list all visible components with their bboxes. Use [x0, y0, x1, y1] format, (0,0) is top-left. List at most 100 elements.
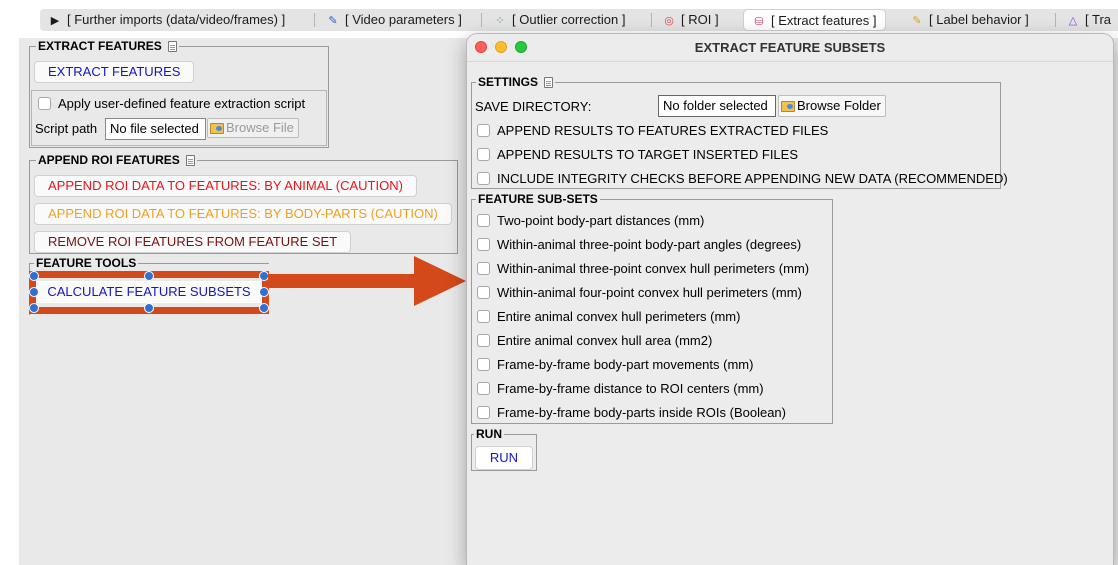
- apply-script-label: Apply user-defined feature extraction sc…: [58, 96, 306, 111]
- folder-icon: [210, 122, 224, 134]
- tab-separator: [481, 13, 482, 27]
- database-icon: ⛁: [754, 16, 764, 28]
- browse-folder-button[interactable]: Browse Folder: [778, 95, 886, 117]
- subset-label: Frame-by-frame body-parts inside ROIs (B…: [497, 405, 786, 420]
- subset-checkbox[interactable]: [477, 382, 490, 395]
- subset-checkbox[interactable]: [477, 214, 490, 227]
- apply-script-row[interactable]: Apply user-defined feature extraction sc…: [38, 96, 305, 111]
- subset-checkbox[interactable]: [477, 238, 490, 251]
- tab-bar: ▶ [ Further imports (data/video/frames) ]…: [0, 0, 1118, 38]
- append-targets-inserted-row[interactable]: APPEND RESULTS TO TARGET INSERTED FILES: [477, 147, 798, 162]
- apply-script-checkbox[interactable]: [38, 97, 51, 110]
- subset-item[interactable]: Frame-by-frame distance to ROI centers (…: [477, 381, 764, 396]
- script-path-label: Script path: [35, 121, 98, 136]
- tab-video-parameters[interactable]: ✎ [ Video parameters ]: [326, 9, 462, 31]
- feature-subsets-title: FEATURE SUB-SETS: [476, 191, 600, 207]
- extract-features-button[interactable]: EXTRACT FEATURES: [34, 61, 195, 83]
- option-label: APPEND RESULTS TO FEATURES EXTRACTED FIL…: [497, 123, 829, 138]
- document-icon[interactable]: [185, 154, 195, 166]
- subset-item[interactable]: Frame-by-frame body-part movements (mm): [477, 357, 753, 372]
- subset-checkbox[interactable]: [477, 286, 490, 299]
- subset-item[interactable]: Within-animal three-point convex hull pe…: [477, 261, 809, 276]
- save-directory-field[interactable]: No folder selected: [658, 95, 776, 117]
- document-icon[interactable]: [167, 40, 177, 52]
- resize-handle-bottom-center[interactable]: [144, 303, 154, 313]
- option-label: INCLUDE INTEGRITY CHECKS BEFORE APPENDIN…: [497, 171, 1008, 186]
- roi-target-icon: ◎: [664, 15, 674, 27]
- calculate-feature-subsets-button[interactable]: CALCULATE FEATURE SUBSETS: [36, 281, 262, 303]
- ruler-pen-icon: ✎: [328, 15, 338, 27]
- subset-label: Frame-by-frame distance to ROI centers (…: [497, 381, 764, 396]
- append-roi-title: APPEND ROI FEATURES: [36, 152, 197, 168]
- group-title-text: EXTRACT FEATURES: [38, 39, 162, 53]
- append-roi-by-bodyparts-button[interactable]: APPEND ROI DATA TO FEATURES: BY BODY-PAR…: [34, 203, 452, 225]
- subset-label: Within-animal three-point body-part angl…: [497, 237, 802, 252]
- resize-handle-bottom-left[interactable]: [29, 303, 39, 313]
- append-features-extracted-row[interactable]: APPEND RESULTS TO FEATURES EXTRACTED FIL…: [477, 123, 828, 138]
- remove-roi-features-button[interactable]: REMOVE ROI FEATURES FROM FEATURE SET: [34, 231, 352, 253]
- label-tag-icon: ✎: [912, 15, 922, 27]
- browse-folder-label: Browse Folder: [797, 98, 881, 113]
- subset-item[interactable]: Entire animal convex hull area (mm2): [477, 333, 712, 348]
- tab-train[interactable]: △ [ Tra: [1066, 9, 1111, 31]
- append-roi-by-animal-button[interactable]: APPEND ROI DATA TO FEATURES: BY ANIMAL (…: [34, 175, 417, 197]
- subset-checkbox[interactable]: [477, 406, 490, 419]
- run-title: RUN: [474, 426, 504, 442]
- integrity-checks-row[interactable]: INCLUDE INTEGRITY CHECKS BEFORE APPENDIN…: [477, 171, 1008, 186]
- tab-label: [ Outlier correction ]: [512, 12, 626, 27]
- window-title: EXTRACT FEATURE SUBSETS: [694, 40, 886, 55]
- subset-item[interactable]: Entire animal convex hull perimeters (mm…: [477, 309, 740, 324]
- extract-feature-subsets-window: EXTRACT FEATURE SUBSETS SETTINGS SAVE DI…: [467, 34, 1113, 565]
- subset-checkbox[interactable]: [477, 310, 490, 323]
- scatter-points-icon: ⁘: [495, 15, 505, 27]
- group-title-text: SETTINGS: [478, 75, 539, 89]
- network-triangle-icon: △: [1068, 15, 1078, 27]
- window-titlebar[interactable]: EXTRACT FEATURE SUBSETS: [467, 34, 1113, 62]
- subset-checkbox[interactable]: [477, 358, 490, 371]
- video-camera-icon: ▶: [50, 15, 60, 27]
- tab-label: [ ROI ]: [681, 12, 719, 27]
- tab-roi[interactable]: ◎ [ ROI ]: [662, 9, 719, 31]
- tab-extract-features[interactable]: ⛁ [ Extract features ]: [743, 9, 886, 31]
- tab-label-behavior[interactable]: ✎ [ Label behavior ]: [910, 9, 1028, 31]
- subset-item[interactable]: Two-point body-part distances (mm): [477, 213, 704, 228]
- group-title-text: APPEND ROI FEATURES: [38, 153, 180, 167]
- subset-label: Within-animal four-point convex hull per…: [497, 285, 802, 300]
- tab-further-imports[interactable]: ▶ [ Further imports (data/video/frames) ]: [48, 9, 285, 31]
- tab-separator: [651, 13, 652, 27]
- group-title-text: RUN: [476, 427, 502, 441]
- browse-file-button[interactable]: Browse File: [207, 118, 299, 138]
- subset-item[interactable]: Within-animal four-point convex hull per…: [477, 285, 802, 300]
- subset-label: Frame-by-frame body-part movements (mm): [497, 357, 754, 372]
- subset-label: Two-point body-part distances (mm): [497, 213, 705, 228]
- append-targets-inserted-checkbox[interactable]: [477, 148, 490, 161]
- subset-checkbox[interactable]: [477, 262, 490, 275]
- resize-handle-middle-left[interactable]: [29, 287, 39, 297]
- browse-file-label: Browse File: [226, 120, 294, 135]
- document-icon[interactable]: [544, 76, 554, 88]
- settings-title: SETTINGS: [476, 74, 556, 90]
- subset-item[interactable]: Frame-by-frame body-parts inside ROIs (B…: [477, 405, 786, 420]
- resize-handle-top-center[interactable]: [144, 271, 154, 281]
- script-path-field[interactable]: No file selected: [105, 118, 206, 140]
- tab-label: [ Extract features ]: [771, 13, 877, 28]
- subset-label: Within-animal three-point convex hull pe…: [497, 261, 810, 276]
- integrity-checks-checkbox[interactable]: [477, 172, 490, 185]
- tab-label: [ Further imports (data/video/frames) ]: [67, 12, 286, 27]
- subset-item[interactable]: Within-animal three-point body-part angl…: [477, 237, 801, 252]
- tab-outlier-correction[interactable]: ⁘ [ Outlier correction ]: [493, 9, 625, 31]
- append-features-extracted-checkbox[interactable]: [477, 124, 490, 137]
- run-button[interactable]: RUN: [475, 446, 533, 470]
- resize-handle-top-left[interactable]: [29, 271, 39, 281]
- arrow-head: [414, 256, 466, 306]
- feature-tools-title: FEATURE TOOLS: [34, 255, 139, 271]
- subset-label: Entire animal convex hull area (mm2): [497, 333, 713, 348]
- tab-label: [ Video parameters ]: [345, 12, 462, 27]
- annotation-arrow: [268, 256, 466, 306]
- tab-separator: [1055, 13, 1056, 27]
- group-title-text: FEATURE SUB-SETS: [478, 192, 598, 206]
- subset-label: Entire animal convex hull perimeters (mm…: [497, 309, 741, 324]
- group-title-text: FEATURE TOOLS: [36, 256, 137, 270]
- subset-checkbox[interactable]: [477, 334, 490, 347]
- folder-icon: [781, 100, 795, 112]
